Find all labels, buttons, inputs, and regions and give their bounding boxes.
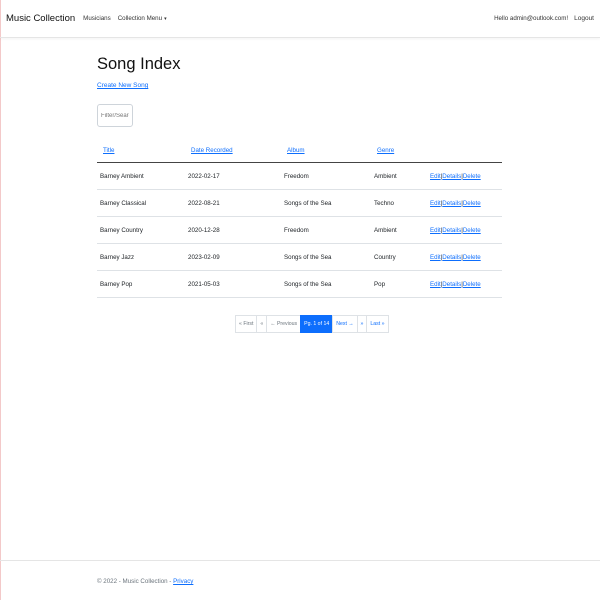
footer-text: © 2022 - Music Collection - Privacy — [97, 578, 193, 585]
column-header-actions — [427, 139, 502, 163]
genre-cell: Country — [371, 243, 427, 271]
edit-link[interactable]: Edit — [430, 227, 441, 234]
details-link[interactable]: Details — [442, 227, 461, 234]
edit-link[interactable]: Edit — [430, 254, 441, 261]
edit-link[interactable]: Edit — [430, 200, 441, 207]
song-title-cell: Barney Ambient — [97, 162, 185, 190]
filter-search-input[interactable] — [97, 104, 133, 127]
actions-cell: Edit|Details|Delete — [427, 216, 502, 244]
table-row: Barney Jazz 2023-02-09 Songs of the Sea Cou… — [97, 243, 502, 271]
nav-musicians[interactable]: Musicians — [83, 15, 111, 22]
table-row: Barney Country 2020-12-28 Freedom Ambient Ed… — [97, 216, 502, 244]
last-page-button[interactable]: Last » — [366, 315, 389, 333]
sort-date-link[interactable]: Date Recorded — [191, 147, 233, 154]
previous-page-button[interactable]: ← Previous — [266, 315, 302, 333]
footer: © 2022 - Music Collection - Privacy — [0, 560, 600, 601]
date-recorded-cell: 2021-05-03 — [185, 270, 281, 298]
genre-cell: Techno — [371, 189, 427, 217]
delete-link[interactable]: Delete — [463, 281, 481, 288]
delete-link[interactable]: Delete — [463, 227, 481, 234]
date-recorded-cell: 2020-12-28 — [185, 216, 281, 244]
song-title-cell: Barney Country — [97, 216, 185, 244]
first-page-button[interactable]: « First — [235, 315, 258, 333]
details-link[interactable]: Details — [442, 200, 461, 207]
delete-link[interactable]: Delete — [463, 254, 481, 261]
nav-right: Hello admin@outlook.com! Logout — [494, 15, 594, 22]
song-title-cell: Barney Jazz — [97, 243, 185, 271]
left-edge-line — [0, 0, 1, 600]
delete-link[interactable]: Delete — [463, 200, 481, 207]
actions-cell: Edit|Details|Delete — [427, 270, 502, 298]
brand-link[interactable]: Music Collection — [6, 13, 75, 24]
album-cell: Songs of the Sea — [281, 270, 371, 298]
create-new-song-link[interactable]: Create New Song — [97, 82, 148, 89]
album-cell: Songs of the Sea — [281, 189, 371, 217]
page-title: Song Index — [97, 55, 181, 73]
actions-cell: Edit|Details|Delete — [427, 162, 502, 190]
sort-title-link[interactable]: Title — [103, 147, 114, 154]
details-link[interactable]: Details — [442, 173, 461, 180]
privacy-link[interactable]: Privacy — [173, 578, 193, 585]
actions-cell: Edit|Details|Delete — [427, 243, 502, 271]
sort-genre-link[interactable]: Genre — [377, 147, 394, 154]
column-header-date: Date Recorded — [185, 139, 281, 163]
column-header-title: Title — [97, 139, 185, 163]
sort-album-link[interactable]: Album — [287, 147, 305, 154]
main-content: Song Index Create New Song Title Date Re… — [97, 55, 502, 298]
details-link[interactable]: Details — [442, 254, 461, 261]
pagination: « First « ← Previous Pg. 1 of 14 Next → … — [235, 314, 389, 334]
song-title-cell: Barney Classical — [97, 189, 185, 217]
table-row: Barney Classical 2022-08-21 Songs of the S… — [97, 189, 502, 217]
copyright-text: © 2022 - Music Collection - — [97, 578, 174, 585]
logout-button[interactable]: Logout — [574, 15, 594, 22]
genre-cell: Ambient — [371, 162, 427, 190]
songs-table: Title Date Recorded Album Genre Barney A… — [97, 139, 502, 298]
table-row: Barney Pop 2021-05-03 Songs of the Sea Pop E… — [97, 270, 502, 298]
album-cell: Freedom — [281, 162, 371, 190]
edit-link[interactable]: Edit — [430, 281, 441, 288]
table-header-row: Title Date Recorded Album Genre — [97, 139, 502, 163]
nav-collection-menu[interactable]: Collection Menu ▾ — [118, 15, 167, 22]
album-cell: Songs of the Sea — [281, 243, 371, 271]
album-cell: Freedom — [281, 216, 371, 244]
nav-collection-menu-label: Collection Menu — [117, 15, 163, 22]
actions-cell: Edit|Details|Delete — [427, 189, 502, 217]
date-recorded-cell: 2023-02-09 — [185, 243, 281, 271]
edit-link[interactable]: Edit — [430, 173, 441, 180]
delete-link[interactable]: Delete — [463, 173, 481, 180]
column-header-genre: Genre — [371, 139, 427, 163]
chevron-down-icon: ▾ — [164, 16, 167, 22]
user-greeting-link[interactable]: Hello admin@outlook.com! — [494, 15, 568, 22]
genre-cell: Ambient — [371, 216, 427, 244]
genre-cell: Pop — [371, 270, 427, 298]
table-row: Barney Ambient 2022-02-17 Freedom Ambient Ed… — [97, 162, 502, 190]
column-header-album: Album — [281, 139, 371, 163]
date-recorded-cell: 2022-08-21 — [185, 189, 281, 217]
current-page-indicator: Pg. 1 of 14 — [300, 315, 334, 333]
date-recorded-cell: 2022-02-17 — [185, 162, 281, 190]
next-page-button[interactable]: Next → — [332, 315, 358, 333]
navbar: Music Collection Musicians Collection Me… — [0, 0, 600, 38]
details-link[interactable]: Details — [442, 281, 461, 288]
song-title-cell: Barney Pop — [97, 270, 185, 298]
